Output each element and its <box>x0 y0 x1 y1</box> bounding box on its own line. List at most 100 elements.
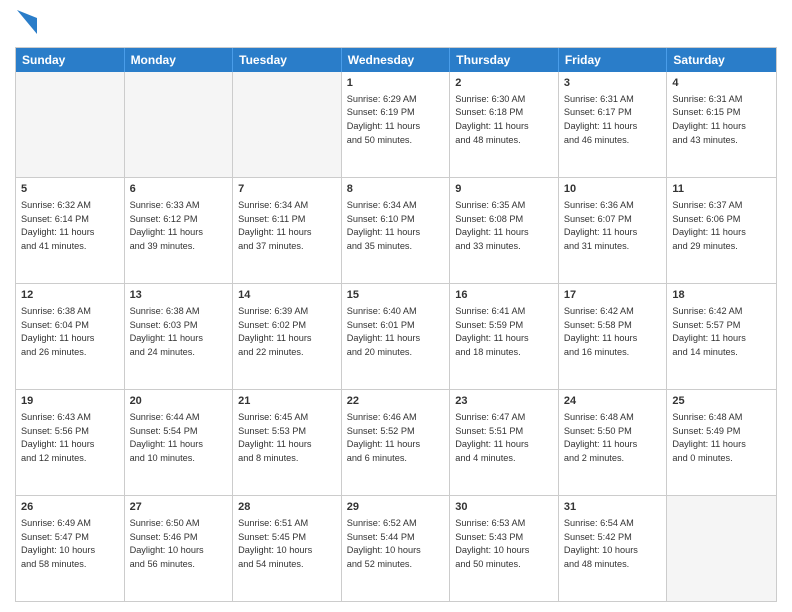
cell-info: Sunrise: 6:36 AM Sunset: 6:07 PM Dayligh… <box>564 200 637 251</box>
day-number: 6 <box>130 182 228 197</box>
day-number: 4 <box>672 76 771 91</box>
day-number: 31 <box>564 500 662 515</box>
day-number: 9 <box>455 182 553 197</box>
calendar-cell: 26 Sunrise: 6:49 AM Sunset: 5:47 PM Dayli… <box>16 496 125 601</box>
day-number: 11 <box>672 182 771 197</box>
calendar-cell: 22Sunrise: 6:46 AM Sunset: 5:52 PM Dayli… <box>342 390 451 495</box>
weekday-header: Thursday <box>450 48 559 72</box>
cell-info: Sunrise: 6:34 AM Sunset: 6:10 PM Dayligh… <box>347 200 420 251</box>
calendar-cell: 18 Sunrise: 6:42 AM Sunset: 5:57 PM Dayli… <box>667 284 776 389</box>
cell-info: Sunrise: 6:31 AM Sunset: 6:15 PM Dayligh… <box>672 94 745 145</box>
cell-info: Sunrise: 6:42 AM Sunset: 5:57 PM Dayligh… <box>672 306 745 357</box>
cell-info: Sunrise: 6:53 AM Sunset: 5:43 PM Dayligh… <box>455 518 529 569</box>
calendar-cell: 6 Sunrise: 6:33 AM Sunset: 6:12 PM Daylig… <box>125 178 234 283</box>
cell-info: Sunrise: 6:33 AM Sunset: 6:12 PM Dayligh… <box>130 200 203 251</box>
day-number: 19 <box>21 394 119 409</box>
calendar-cell: 13 Sunrise: 6:38 AM Sunset: 6:03 PM Dayli… <box>125 284 234 389</box>
cell-info: Sunrise: 6:43 AM Sunset: 5:56 PM Dayligh… <box>21 412 94 463</box>
calendar-cell <box>667 496 776 601</box>
calendar-row: 12 Sunrise: 6:38 AM Sunset: 6:04 PM Dayli… <box>16 283 776 389</box>
calendar-row: 19 Sunrise: 6:43 AM Sunset: 5:56 PM Dayli… <box>16 389 776 495</box>
day-number: 15 <box>347 288 445 303</box>
weekday-header: Monday <box>125 48 234 72</box>
calendar-cell: 4 Sunrise: 6:31 AM Sunset: 6:15 PM Daylig… <box>667 72 776 177</box>
calendar-cell: 5Sunrise: 6:32 AM Sunset: 6:14 PM Daylig… <box>16 178 125 283</box>
day-number: 12 <box>21 288 119 303</box>
cell-info: Sunrise: 6:48 AM Sunset: 5:50 PM Dayligh… <box>564 412 637 463</box>
day-number: 1 <box>347 76 445 91</box>
day-number: 2 <box>455 76 553 91</box>
cell-info: Sunrise: 6:47 AM Sunset: 5:51 PM Dayligh… <box>455 412 528 463</box>
calendar-cell: 27Sunrise: 6:50 AM Sunset: 5:46 PM Dayli… <box>125 496 234 601</box>
cell-info: Sunrise: 6:54 AM Sunset: 5:42 PM Dayligh… <box>564 518 638 569</box>
weekday-header: Saturday <box>667 48 776 72</box>
cell-info: Sunrise: 6:39 AM Sunset: 6:02 PM Dayligh… <box>238 306 311 357</box>
calendar-row: 1Sunrise: 6:29 AM Sunset: 6:19 PM Daylig… <box>16 72 776 177</box>
calendar-row: 26 Sunrise: 6:49 AM Sunset: 5:47 PM Dayli… <box>16 495 776 601</box>
calendar-cell: 31 Sunrise: 6:54 AM Sunset: 5:42 PM Dayli… <box>559 496 668 601</box>
day-number: 10 <box>564 182 662 197</box>
day-number: 18 <box>672 288 771 303</box>
calendar-cell: 3 Sunrise: 6:31 AM Sunset: 6:17 PM Daylig… <box>559 72 668 177</box>
calendar-cell: 9Sunrise: 6:35 AM Sunset: 6:08 PM Daylig… <box>450 178 559 283</box>
calendar-row: 5Sunrise: 6:32 AM Sunset: 6:14 PM Daylig… <box>16 177 776 283</box>
day-number: 3 <box>564 76 662 91</box>
logo <box>15 10 37 39</box>
calendar-cell: 28Sunrise: 6:51 AM Sunset: 5:45 PM Dayli… <box>233 496 342 601</box>
day-number: 24 <box>564 394 662 409</box>
cell-info: Sunrise: 6:41 AM Sunset: 5:59 PM Dayligh… <box>455 306 528 357</box>
day-number: 17 <box>564 288 662 303</box>
cell-info: Sunrise: 6:31 AM Sunset: 6:17 PM Dayligh… <box>564 94 637 145</box>
calendar-cell: 20Sunrise: 6:44 AM Sunset: 5:54 PM Dayli… <box>125 390 234 495</box>
calendar-cell: 15 Sunrise: 6:40 AM Sunset: 6:01 PM Dayli… <box>342 284 451 389</box>
day-number: 26 <box>21 500 119 515</box>
cell-info: Sunrise: 6:40 AM Sunset: 6:01 PM Dayligh… <box>347 306 420 357</box>
day-number: 16 <box>455 288 553 303</box>
calendar-body: 1Sunrise: 6:29 AM Sunset: 6:19 PM Daylig… <box>16 72 776 601</box>
calendar-cell: 30Sunrise: 6:53 AM Sunset: 5:43 PM Dayli… <box>450 496 559 601</box>
logo-icon <box>17 10 37 34</box>
day-number: 7 <box>238 182 336 197</box>
calendar-cell: 23 Sunrise: 6:47 AM Sunset: 5:51 PM Dayli… <box>450 390 559 495</box>
day-number: 20 <box>130 394 228 409</box>
calendar-cell: 19 Sunrise: 6:43 AM Sunset: 5:56 PM Dayli… <box>16 390 125 495</box>
calendar-cell: 12 Sunrise: 6:38 AM Sunset: 6:04 PM Dayli… <box>16 284 125 389</box>
calendar: SundayMondayTuesdayWednesdayThursdayFrid… <box>15 47 777 602</box>
weekday-header: Friday <box>559 48 668 72</box>
weekday-header: Sunday <box>16 48 125 72</box>
day-number: 29 <box>347 500 445 515</box>
calendar-cell: 25 Sunrise: 6:48 AM Sunset: 5:49 PM Dayli… <box>667 390 776 495</box>
calendar-cell: 17 Sunrise: 6:42 AM Sunset: 5:58 PM Dayli… <box>559 284 668 389</box>
cell-info: Sunrise: 6:45 AM Sunset: 5:53 PM Dayligh… <box>238 412 311 463</box>
calendar-cell <box>233 72 342 177</box>
calendar-cell: 29 Sunrise: 6:52 AM Sunset: 5:44 PM Dayli… <box>342 496 451 601</box>
cell-info: Sunrise: 6:34 AM Sunset: 6:11 PM Dayligh… <box>238 200 311 251</box>
cell-info: Sunrise: 6:51 AM Sunset: 5:45 PM Dayligh… <box>238 518 312 569</box>
cell-info: Sunrise: 6:49 AM Sunset: 5:47 PM Dayligh… <box>21 518 95 569</box>
day-number: 8 <box>347 182 445 197</box>
day-number: 23 <box>455 394 553 409</box>
day-number: 13 <box>130 288 228 303</box>
cell-info: Sunrise: 6:48 AM Sunset: 5:49 PM Dayligh… <box>672 412 745 463</box>
calendar-cell: 11 Sunrise: 6:37 AM Sunset: 6:06 PM Dayli… <box>667 178 776 283</box>
calendar-cell: 16 Sunrise: 6:41 AM Sunset: 5:59 PM Dayli… <box>450 284 559 389</box>
cell-info: Sunrise: 6:42 AM Sunset: 5:58 PM Dayligh… <box>564 306 637 357</box>
calendar-header: SundayMondayTuesdayWednesdayThursdayFrid… <box>16 48 776 72</box>
cell-info: Sunrise: 6:38 AM Sunset: 6:04 PM Dayligh… <box>21 306 94 357</box>
weekday-header: Tuesday <box>233 48 342 72</box>
calendar-cell: 2 Sunrise: 6:30 AM Sunset: 6:18 PM Daylig… <box>450 72 559 177</box>
calendar-cell: 10 Sunrise: 6:36 AM Sunset: 6:07 PM Dayli… <box>559 178 668 283</box>
calendar-cell: 21 Sunrise: 6:45 AM Sunset: 5:53 PM Dayli… <box>233 390 342 495</box>
calendar-cell: 14Sunrise: 6:39 AM Sunset: 6:02 PM Dayli… <box>233 284 342 389</box>
day-number: 21 <box>238 394 336 409</box>
cell-info: Sunrise: 6:52 AM Sunset: 5:44 PM Dayligh… <box>347 518 421 569</box>
cell-info: Sunrise: 6:38 AM Sunset: 6:03 PM Dayligh… <box>130 306 203 357</box>
cell-info: Sunrise: 6:50 AM Sunset: 5:46 PM Dayligh… <box>130 518 204 569</box>
logo-text <box>15 10 37 39</box>
day-number: 22 <box>347 394 445 409</box>
cell-info: Sunrise: 6:30 AM Sunset: 6:18 PM Dayligh… <box>455 94 528 145</box>
cell-info: Sunrise: 6:37 AM Sunset: 6:06 PM Dayligh… <box>672 200 745 251</box>
calendar-cell: 7 Sunrise: 6:34 AM Sunset: 6:11 PM Daylig… <box>233 178 342 283</box>
day-number: 25 <box>672 394 771 409</box>
weekday-header: Wednesday <box>342 48 451 72</box>
